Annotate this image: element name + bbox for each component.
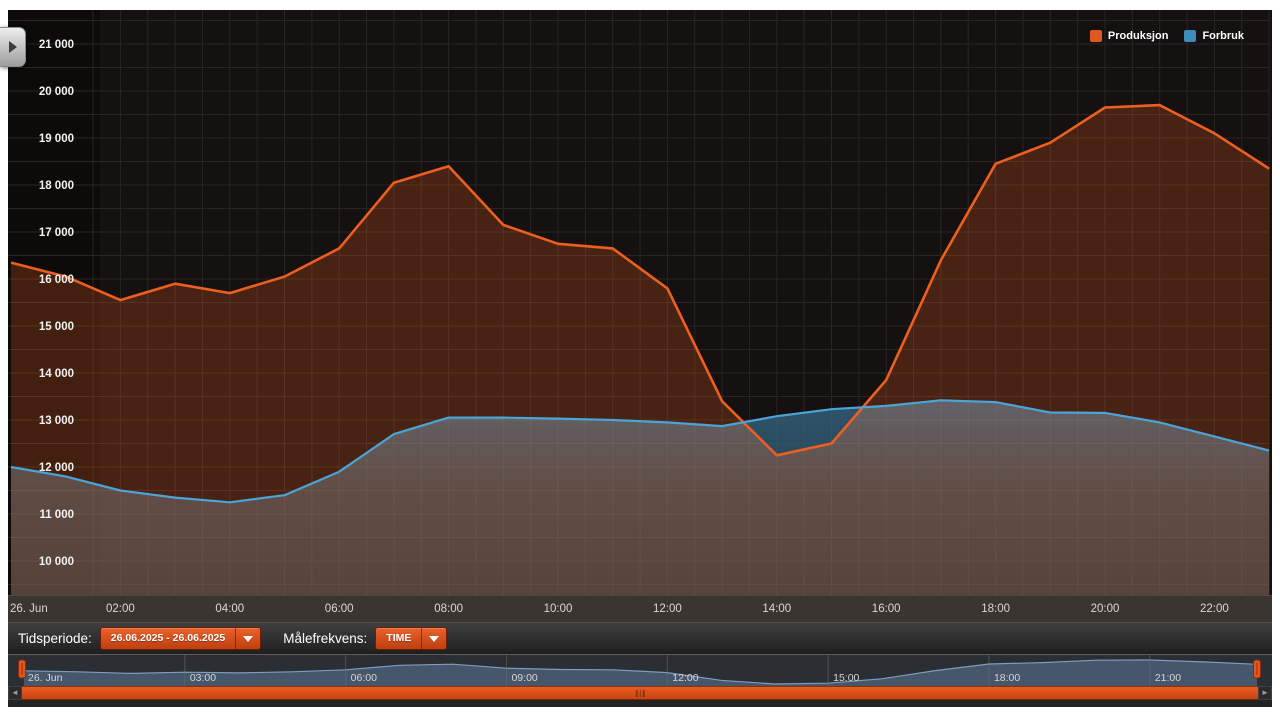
svg-text:12 000: 12 000 (39, 462, 74, 474)
tidsperiode-label: Tidsperiode: (18, 631, 92, 646)
navigator-area: 26. Jun 03:00 06:00 09:00 12:00 15:00 18:00 21:… (8, 654, 1272, 686)
svg-text:18:00: 18:00 (981, 603, 1010, 615)
legend-item-produksjon[interactable]: Produksjon (1089, 30, 1169, 42)
svg-text:10 000: 10 000 (39, 556, 74, 568)
svg-text:20 000: 20 000 (39, 86, 74, 98)
main-chart-area: 21 000 20 000 19 000 18 000 17 000 16 000 15 0… (8, 10, 1272, 622)
legend-label-forbruk: Forbruk (1202, 30, 1244, 42)
svg-text:16 000: 16 000 (39, 274, 74, 286)
navigator[interactable]: 26. Jun 03:00 06:00 09:00 12:00 15:00 18:00 21:… (8, 654, 1272, 686)
svg-text:21 000: 21 000 (39, 39, 74, 51)
svg-text:26. Jun: 26. Jun (28, 672, 63, 684)
svg-text:14 000: 14 000 (39, 368, 74, 380)
malefrekvens-value: TIME (386, 632, 412, 644)
chevron-down-icon (429, 635, 440, 642)
chevron-down-icon (243, 635, 254, 642)
tidsperiode-dropdown-arrow (235, 628, 260, 649)
malefrekvens-label: Målefrekvens: (283, 631, 368, 646)
produksjon-swatch-icon (1089, 30, 1102, 42)
legend: Produksjon Forbruk (1089, 30, 1244, 42)
tidsperiode-value: 26.06.2025 - 26.06.2025 (110, 632, 226, 644)
svg-text:08:00: 08:00 (434, 603, 463, 615)
svg-text:06:00: 06:00 (351, 672, 377, 684)
malefrekvens-dropdown-arrow (421, 628, 446, 649)
svg-text:15:00: 15:00 (833, 672, 859, 684)
svg-text:14:00: 14:00 (762, 603, 791, 615)
svg-text:26. Jun: 26. Jun (10, 603, 48, 615)
svg-text:03:00: 03:00 (190, 672, 216, 684)
scroll-left-button[interactable]: ◄ (8, 686, 22, 700)
svg-text:16:00: 16:00 (872, 603, 901, 615)
svg-text:21:00: 21:00 (1155, 672, 1181, 684)
svg-text:20:00: 20:00 (1091, 603, 1120, 615)
horizontal-scrollbar: ◄ ► (8, 686, 1272, 700)
sidebar-expander-tab[interactable] (0, 27, 26, 67)
svg-text:09:00: 09:00 (511, 672, 537, 684)
svg-text:10:00: 10:00 (544, 603, 573, 615)
legend-item-forbruk[interactable]: Forbruk (1184, 30, 1244, 42)
svg-text:17 000: 17 000 (39, 227, 74, 239)
expand-arrow-icon (8, 41, 17, 53)
chart-application: 21 000 20 000 19 000 18 000 17 000 16 000 15 0… (8, 10, 1272, 707)
svg-text:02:00: 02:00 (106, 603, 135, 615)
scrollbar-thumb[interactable] (22, 686, 1258, 700)
legend-label-produksjon: Produksjon (1107, 30, 1169, 42)
main-chart[interactable]: 21 000 20 000 19 000 18 000 17 000 16 000 15 0… (8, 10, 1272, 622)
toolbar: Tidsperiode: 26.06.2025 - 26.06.2025 Mål… (8, 622, 1272, 654)
scrollbar-grip-icon (635, 690, 645, 697)
bottom-filler (8, 700, 1272, 707)
svg-text:18 000: 18 000 (39, 180, 74, 192)
svg-text:06:00: 06:00 (325, 603, 354, 615)
svg-text:15 000: 15 000 (39, 321, 74, 333)
svg-text:12:00: 12:00 (672, 672, 698, 684)
svg-text:13 000: 13 000 (39, 415, 74, 427)
svg-text:11 000: 11 000 (39, 509, 74, 521)
malefrekvens-select[interactable]: TIME (375, 627, 448, 650)
app-window: 21 000 20 000 19 000 18 000 17 000 16 000 15 0… (0, 0, 1280, 724)
svg-text:19 000: 19 000 (39, 133, 74, 145)
svg-text:18:00: 18:00 (994, 672, 1020, 684)
tidsperiode-select[interactable]: 26.06.2025 - 26.06.2025 (99, 627, 262, 650)
svg-text:12:00: 12:00 (653, 603, 682, 615)
svg-text:04:00: 04:00 (215, 603, 244, 615)
svg-text:22:00: 22:00 (1200, 603, 1229, 615)
x-axis-band (8, 595, 1272, 622)
forbruk-swatch-icon (1184, 30, 1197, 42)
scroll-right-button[interactable]: ► (1258, 686, 1272, 700)
